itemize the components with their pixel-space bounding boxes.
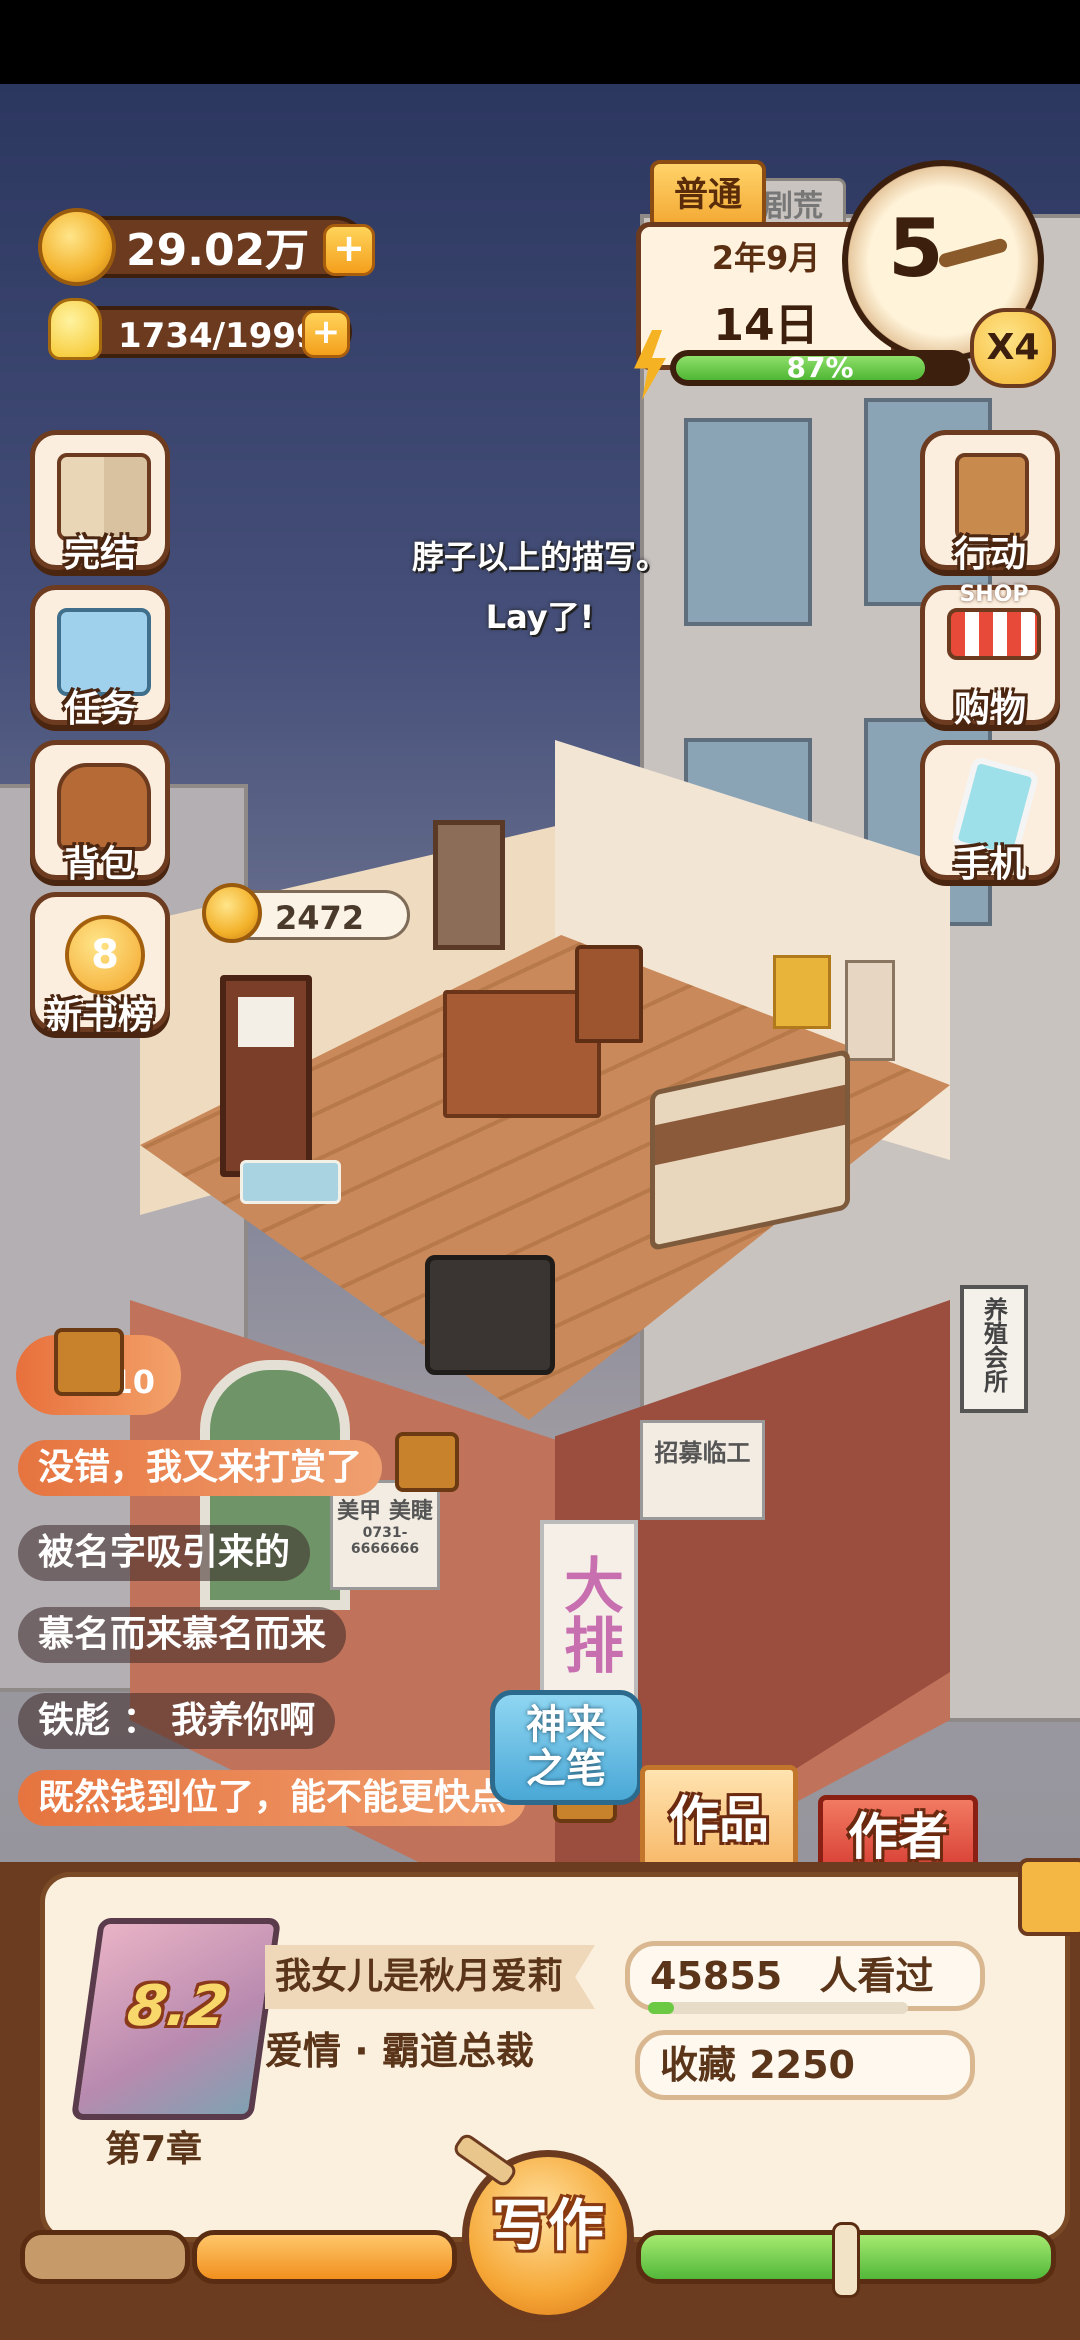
status-bar — [0, 0, 1080, 84]
speed-button[interactable]: X4 — [970, 308, 1056, 388]
favorites-stat: 收藏 2250 — [635, 2030, 975, 2100]
book-score: 8.2 — [123, 1974, 232, 2039]
bag-label: 背包 — [63, 844, 136, 885]
event-button-label: 神来之笔 — [526, 1702, 606, 1792]
views-number: 45855 — [650, 1954, 783, 1998]
book-title-tag: 我女儿是秋月爱莉 — [265, 1945, 595, 2009]
favorites-label: 收藏 2250 — [660, 2043, 855, 2087]
recruit-sign-text: 招募临工 — [654, 1439, 751, 1467]
nail-shop-sign-phone: 0731-6666666 — [350, 1525, 420, 1557]
treasure-chest-icon — [54, 1328, 124, 1396]
energy-value: 1734/1999 — [118, 316, 320, 356]
room-window — [433, 820, 505, 950]
tab-author-label: 作者 — [848, 1808, 948, 1866]
vertical-sign-text: 大排 — [553, 1554, 624, 1674]
tv[interactable] — [425, 1255, 555, 1375]
door-mat — [240, 1160, 341, 1204]
left-meter — [20, 2230, 190, 2284]
hanging-shop-sign-text: 养殖会所 — [979, 1297, 1008, 1393]
day-progress-label: 87% — [786, 351, 854, 384]
add-currency-button[interactable]: + — [323, 224, 375, 276]
panel-corner — [1018, 1858, 1080, 1936]
tab-works[interactable]: 作品 — [640, 1765, 798, 1875]
views-progress-bar — [648, 2002, 908, 2014]
lightbulb-icon — [48, 298, 102, 360]
chair — [575, 945, 643, 1043]
meter-marker-icon — [832, 2222, 860, 2298]
day-progress-bar: 87% — [670, 350, 970, 386]
story-line-2: Lay了! — [485, 598, 595, 636]
certificate-poster — [773, 955, 831, 1029]
new-book-ranking-label: 新书榜 — [45, 996, 154, 1037]
orange-meter — [192, 2230, 457, 2284]
story-line-1: 脖子以上的描写。 — [411, 538, 668, 576]
speed-label: X4 — [986, 327, 1040, 368]
coin-icon — [202, 883, 262, 943]
recruit-sign: 招募临工 — [640, 1420, 765, 1520]
coin-icon — [38, 208, 116, 286]
chat-message: 既然钱到位了，能不能更快点 — [18, 1770, 527, 1826]
bag-button[interactable]: 背包 — [30, 740, 170, 885]
phone-button[interactable]: 手机 — [920, 740, 1060, 885]
clock-hour: 5 — [888, 202, 944, 295]
chat-message: 没错，我又来打赏了 — [18, 1440, 383, 1496]
book-genre: 爱情 · 霸道总裁 — [265, 2029, 534, 2073]
add-energy-button[interactable]: + — [302, 310, 350, 358]
book-title: 我女儿是秋月爱莉 — [275, 1956, 564, 1997]
nail-shop-sign: 美甲 美睫 0731-6666666 — [330, 1480, 440, 1590]
difficulty-tab-behind-label: 剧荒 — [763, 189, 823, 224]
book-chapter: 第7章 — [105, 2129, 203, 2170]
difficulty-label: 普通 — [674, 175, 742, 215]
medal-number: 8 — [91, 932, 119, 978]
task-label: 任务 — [63, 689, 136, 730]
medal-icon: 8 — [65, 915, 145, 995]
views-progress-fill — [648, 2002, 674, 2014]
chat-message: 铁彪 ： 我养你啊 — [18, 1693, 336, 1749]
room-door[interactable] — [220, 975, 312, 1177]
shop-label: 购物 — [953, 689, 1026, 730]
views-label: 人看过 — [819, 1954, 934, 1998]
phone-label: 手机 — [953, 844, 1026, 885]
nail-shop-sign-text: 美甲 美睫 — [337, 1499, 433, 1524]
currency-value: 29.02万 — [126, 225, 310, 276]
views-stat: 45855 人看过 — [625, 1941, 985, 2011]
chat-message: 被名字吸引来的 — [18, 1525, 311, 1581]
tab-works-label: 作品 — [669, 1791, 769, 1849]
hanging-shop-sign: 养殖会所 — [960, 1285, 1028, 1413]
clock-hand-icon — [937, 237, 1009, 269]
difficulty-tab[interactable]: 普通 — [650, 160, 766, 230]
wall-poster — [845, 960, 895, 1061]
room-coin-value: 2472 — [275, 899, 365, 937]
chat-message: 慕名而来慕名而来 — [18, 1607, 347, 1663]
event-button[interactable]: 神来之笔 — [490, 1690, 642, 1805]
new-book-ranking-button[interactable]: 8 新书榜 — [30, 892, 170, 1037]
treasure-chest-icon — [395, 1432, 459, 1492]
book-cover[interactable]: 8.2 — [70, 1918, 282, 2120]
